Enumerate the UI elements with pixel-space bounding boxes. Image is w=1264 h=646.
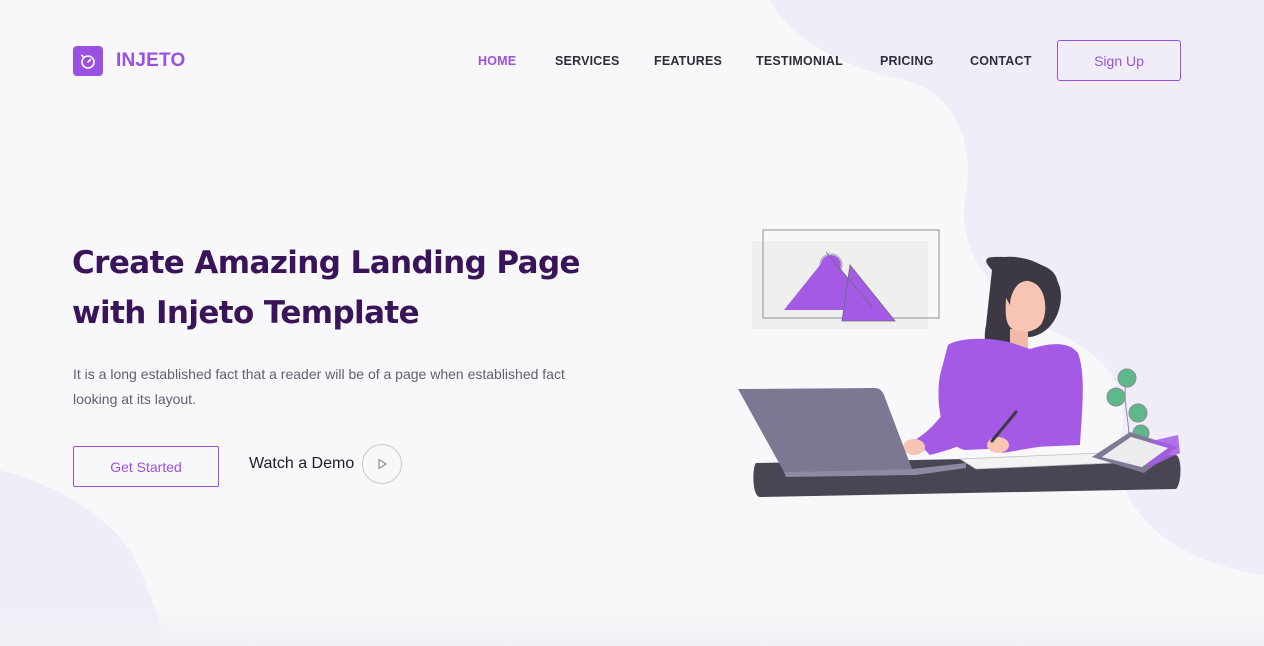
landing-page: INJETO HOME SERVICES FEATURES TESTIMONIA… — [0, 0, 1264, 646]
header: INJETO HOME SERVICES FEATURES TESTIMONIA… — [0, 0, 1264, 120]
nav-services[interactable]: SERVICES — [555, 54, 620, 68]
hero-description-line2: looking at its layout. — [73, 391, 196, 407]
logo-link[interactable]: INJETO — [73, 46, 185, 76]
watch-demo-link[interactable]: Watch a Demo — [249, 444, 403, 484]
play-button[interactable] — [362, 444, 403, 484]
brand-name: INJETO — [116, 50, 186, 71]
play-icon — [378, 458, 387, 470]
hero-title-line2: with Injeto Template — [72, 295, 420, 331]
hero-title: Create Amazing Landing Page with Injeto … — [72, 238, 632, 338]
nav-contact[interactable]: CONTACT — [970, 54, 1032, 68]
hero-title-line1: Create Amazing Landing Page — [72, 245, 581, 281]
sign-up-button[interactable]: Sign Up — [1057, 40, 1181, 81]
hero-description: It is a long established fact that a rea… — [73, 362, 593, 412]
watch-demo-label: Watch a Demo — [249, 455, 355, 472]
nav-testimonial[interactable]: TESTIMONIAL — [756, 54, 843, 68]
woman-figure — [903, 256, 1083, 455]
bottom-fade — [0, 606, 1264, 646]
stopwatch-icon — [73, 46, 103, 76]
nav-home[interactable]: HOME — [478, 54, 516, 68]
hero-description-line1: It is a long established fact that a rea… — [73, 366, 565, 382]
get-started-button[interactable]: Get Started — [73, 446, 219, 487]
nav-pricing[interactable]: PRICING — [880, 54, 934, 68]
hero-illustration — [738, 229, 1181, 497]
nav-features[interactable]: FEATURES — [654, 54, 722, 68]
picture-frame-icon — [752, 229, 940, 329]
